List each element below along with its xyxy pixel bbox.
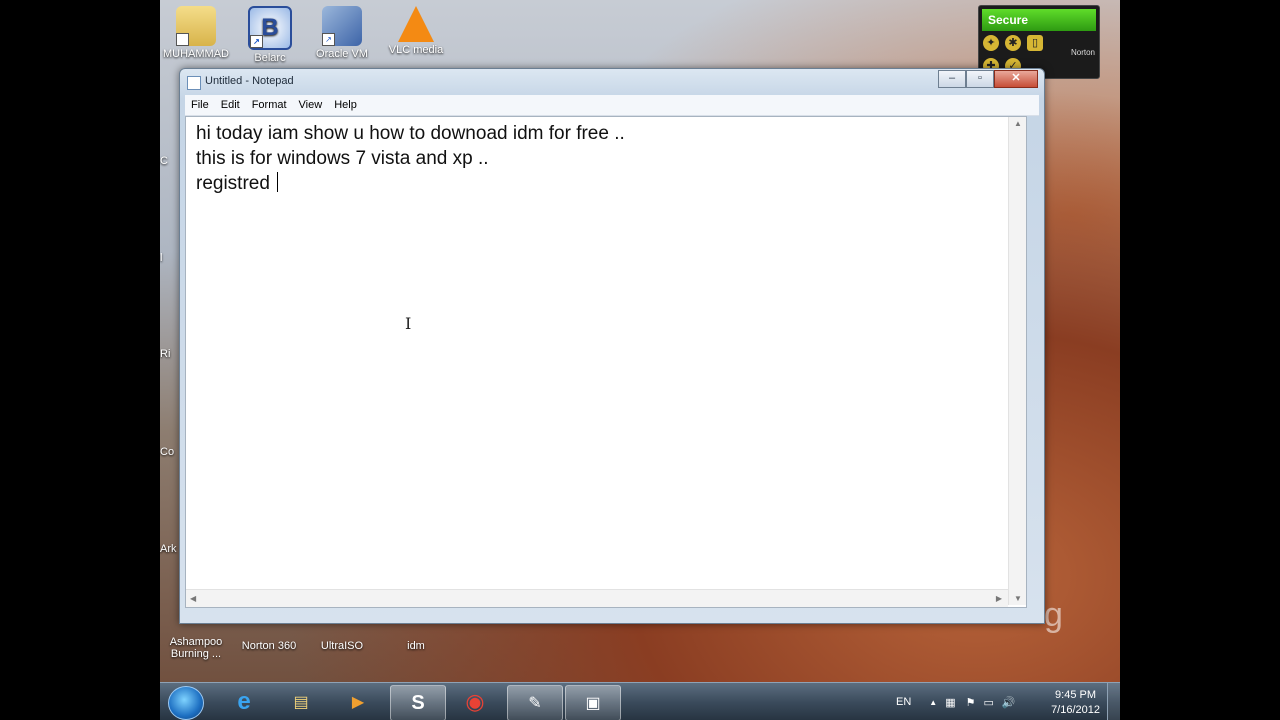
taskbar-chrome-icon[interactable]: ◉ [448,685,502,719]
taskbar-notepad-icon[interactable]: ✎ [507,685,563,720]
show-desktop-button[interactable] [1107,683,1120,720]
desktop-label-cut: l [160,252,163,264]
desktop-icon-label: idm [407,640,425,652]
desktop-icon-label: Ashampoo Burning ... [169,636,223,660]
minimize-button[interactable]: – [938,70,966,88]
taskbar-ie-icon[interactable]: e [217,685,271,719]
desktop-label-cut: Co [160,446,175,458]
desktop-icon-ultraiso[interactable]: UltraISO [306,622,378,652]
clock-date: 7/16/2012 [1051,704,1100,716]
close-button[interactable]: ✕ [994,70,1038,88]
desktop-icon-idm[interactable]: idm [380,622,452,652]
text-line: this is for windows 7 vista and xp .. [196,148,489,169]
horizontal-scrollbar[interactable]: ◀ ▶ [186,589,1008,607]
network-icon[interactable]: ▭ [983,696,993,709]
tray-expand-icon[interactable]: ▲ [929,698,937,707]
editor-content: hi today iam show u how to downoad idm f… [196,121,625,196]
taskbar: e ▤ ▶ S ◉ ✎ ▣ EN ▲ ▦ ⚑ ▭ 🔊 9:45 PM 7/16/… [160,682,1120,720]
system-tray: EN ▲ ▦ ⚑ ▭ 🔊 [896,683,1016,720]
desktop-label-cut: Ark [160,543,177,555]
norton-mobile-icon[interactable]: ▯ [1027,35,1043,51]
desktop-icon-norton[interactable]: Norton 360 [233,622,305,652]
clock[interactable]: 9:45 PM 7/16/2012 [1051,688,1100,718]
desktop-icon-vlc[interactable]: VLC media [380,6,452,56]
desktop-label-cut: C [160,155,168,167]
norton-scan-icon[interactable]: ✦ [983,35,999,51]
desktop-icon-virtualbox[interactable]: ↗ Oracle VM [306,6,378,60]
menu-edit[interactable]: Edit [215,95,246,115]
start-button[interactable] [168,686,204,720]
volume-icon[interactable]: 🔊 [1002,696,1016,709]
notepad-window[interactable]: Untitled - Notepad – ▫ ✕ File Edit Forma… [179,68,1045,624]
virtualbox-icon: ↗ [322,6,362,46]
text-line: hi today iam show u how to downoad idm f… [196,123,625,144]
vlc-icon [398,6,434,42]
notepad-titlebar[interactable]: Untitled - Notepad – ▫ ✕ [180,69,1044,95]
ibeam-cursor-icon: I [405,314,412,333]
desktop-icon-label: Oracle VM [316,48,368,60]
caption-buttons: – ▫ ✕ [938,70,1038,88]
norton-settings-icon[interactable]: ✱ [1005,35,1021,51]
taskbar-media-player-icon[interactable]: ▶ [331,685,385,719]
text-line-current: registred [196,171,625,196]
desktop-icon-user-folder[interactable]: MUHAMMAD [160,6,232,60]
menu-file[interactable]: File [185,95,215,115]
user-folder-icon [176,6,216,46]
desktop-icon-label: Belarc [254,52,286,64]
scroll-up-icon[interactable]: ▲ [1014,119,1022,128]
desktop-icon-label: UltraISO [320,640,364,652]
action-center-flag-icon[interactable]: ⚑ [966,696,976,709]
notepad-app-icon [187,76,201,90]
scroll-right-icon[interactable]: ▶ [996,594,1002,603]
text-caret [277,172,279,192]
norton-status: Secure [982,9,1096,31]
desktop-icon-label: Norton 360 [241,640,297,652]
desktop-label-cut: Ri [160,348,171,360]
text-editor[interactable]: hi today iam show u how to downoad idm f… [185,116,1027,608]
clock-time: 9:45 PM [1055,689,1097,701]
desktop-icon-belarc[interactable]: B ↗ Belarc [234,6,306,64]
desktop: MUHAMMAD B ↗ Belarc ↗ Oracle VM VLC media… [160,0,1120,720]
menu-format[interactable]: Format [246,95,293,115]
maximize-button[interactable]: ▫ [966,70,994,88]
desktop-icon-label: VLC media [388,44,444,56]
taskbar-explorer-icon[interactable]: ▤ [274,685,328,719]
desktop-icon-ashampoo[interactable]: Ashampoo Burning ... [160,622,232,660]
language-indicator[interactable]: EN [896,696,911,708]
menu-view[interactable]: View [293,95,329,115]
norton-brand: Norton [1070,48,1095,57]
scroll-left-icon[interactable]: ◀ [190,594,196,603]
menu-bar: File Edit Format View Help [185,95,1039,116]
taskbar-skype-icon[interactable]: S [390,685,446,720]
belarc-icon: B ↗ [248,6,292,50]
tray-app-icon[interactable]: ▦ [945,696,955,709]
vertical-scrollbar[interactable]: ▲ ▼ [1008,117,1026,605]
text-line: registred [196,173,276,194]
desktop-icon-label: MUHAMMAD [163,48,229,60]
menu-help[interactable]: Help [328,95,363,115]
wallpaper-watermark: g [1044,596,1063,634]
window-title: Untitled - Notepad [205,75,294,87]
scroll-down-icon[interactable]: ▼ [1014,594,1022,603]
taskbar-camtasia-icon[interactable]: ▣ [565,685,621,720]
